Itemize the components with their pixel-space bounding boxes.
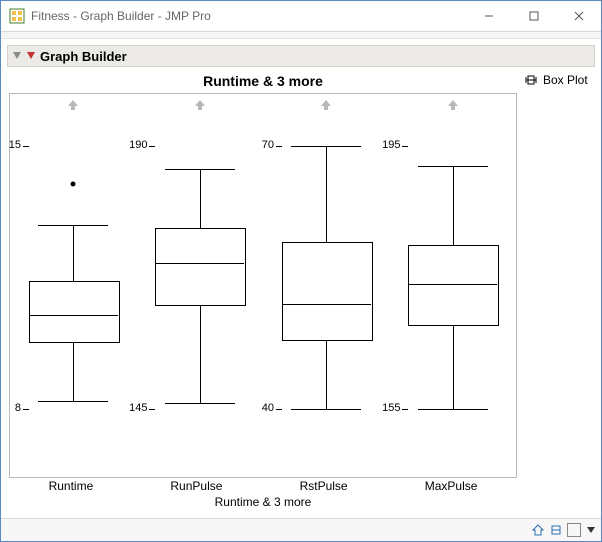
section-title: Graph Builder bbox=[40, 49, 127, 64]
x-category-label: RstPulse bbox=[300, 479, 348, 493]
axis-tick-label: 195 bbox=[370, 139, 400, 151]
plot-canvas: 1581901457040195155 bbox=[10, 118, 516, 437]
menubar bbox=[1, 32, 601, 39]
window-title: Fitness - Graph Builder - JMP Pro bbox=[31, 9, 466, 23]
plot-frame[interactable]: 1581901457040195155 RuntimeRunPulseRstPu… bbox=[9, 93, 517, 478]
section-header[interactable]: Graph Builder bbox=[7, 45, 595, 67]
disclosure-icon[interactable] bbox=[12, 51, 22, 61]
home-icon[interactable] bbox=[531, 523, 545, 537]
app-icon bbox=[9, 8, 25, 24]
app-window: Fitness - Graph Builder - JMP Pro Graph … bbox=[0, 0, 602, 542]
arrow-up-icon[interactable] bbox=[66, 98, 80, 112]
x-category-label: RunPulse bbox=[170, 479, 222, 493]
plot-title: Runtime & 3 more bbox=[7, 69, 519, 93]
legend-label: Box Plot bbox=[543, 73, 588, 87]
axis-tick-label: 70 bbox=[244, 139, 274, 151]
status-square[interactable] bbox=[567, 523, 581, 537]
x-axis: Runtime RunPulse RstPulse MaxPulse Runtime … bbox=[10, 479, 516, 513]
boxplot-Runtime: 158 bbox=[10, 118, 137, 437]
boxplot-MaxPulse: 195155 bbox=[390, 118, 517, 437]
x-category-label: MaxPulse bbox=[425, 479, 478, 493]
maximize-button[interactable] bbox=[511, 1, 556, 31]
window-buttons bbox=[466, 1, 601, 31]
axis-tick-label: 15 bbox=[0, 139, 21, 151]
legend-item-boxplot[interactable]: Box Plot bbox=[523, 73, 593, 87]
axis-tick-label: 8 bbox=[0, 402, 21, 414]
boxplot-icon bbox=[523, 73, 539, 87]
minimize-button[interactable] bbox=[466, 1, 511, 31]
boxplot-RunPulse: 190145 bbox=[137, 118, 264, 437]
close-button[interactable] bbox=[556, 1, 601, 31]
x-axis-title: Runtime & 3 more bbox=[215, 495, 312, 509]
axis-tick-label: 190 bbox=[117, 139, 147, 151]
axis-tick-label: 145 bbox=[117, 402, 147, 414]
arrow-up-icon[interactable] bbox=[193, 98, 207, 112]
menu-icon[interactable] bbox=[26, 51, 36, 61]
x-category-label: Runtime bbox=[49, 479, 94, 493]
axis-tick-label: 155 bbox=[370, 402, 400, 414]
arrow-up-icon[interactable] bbox=[319, 98, 333, 112]
statusbar bbox=[1, 518, 601, 541]
legend: Box Plot bbox=[519, 69, 595, 518]
pin-icon[interactable] bbox=[549, 523, 563, 537]
plot-column: Runtime & 3 more 1581901457040195155 Run… bbox=[7, 69, 519, 518]
drop-zone-arrows bbox=[10, 98, 516, 112]
axis-tick-label: 40 bbox=[244, 402, 274, 414]
titlebar: Fitness - Graph Builder - JMP Pro bbox=[1, 1, 601, 32]
content-area: Graph Builder Runtime & 3 more 158190145… bbox=[1, 39, 601, 518]
boxplot-RstPulse: 7040 bbox=[263, 118, 390, 437]
arrow-up-icon[interactable] bbox=[446, 98, 460, 112]
status-menu-icon[interactable] bbox=[587, 527, 595, 533]
plot-area: Runtime & 3 more 1581901457040195155 Run… bbox=[7, 67, 595, 518]
